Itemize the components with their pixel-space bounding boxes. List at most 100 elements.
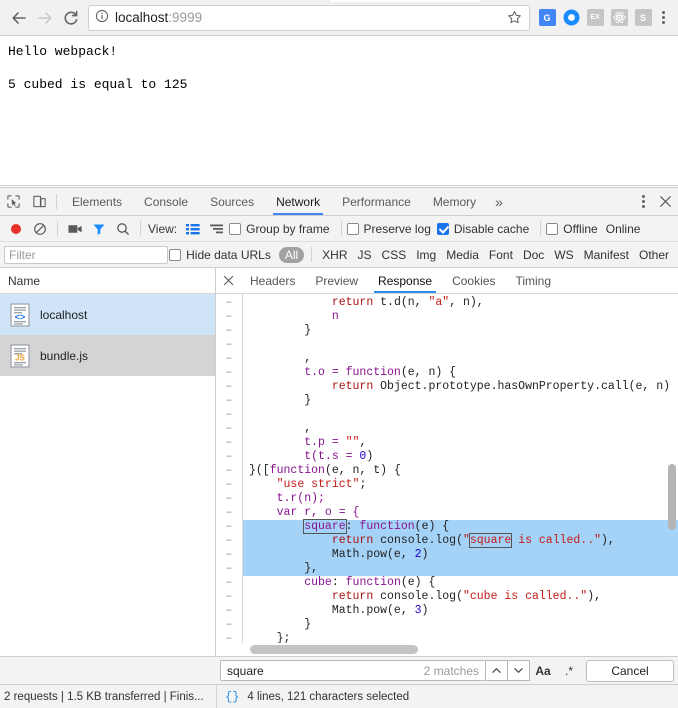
search-icon[interactable]	[111, 217, 135, 241]
search-prev-icon[interactable]	[486, 660, 508, 681]
type-filter-other[interactable]: Other	[634, 248, 674, 262]
type-filter-manifest[interactable]: Manifest	[579, 248, 634, 262]
s-extension-icon[interactable]: S	[632, 7, 654, 29]
search-next-icon[interactable]	[508, 660, 530, 681]
offline-checkbox[interactable]: Offline	[546, 222, 597, 236]
table-row[interactable]: <> localhost	[0, 294, 215, 335]
type-filter-js[interactable]: JS	[353, 248, 377, 262]
more-tabs-icon[interactable]: »	[487, 188, 511, 215]
regex-toggle[interactable]: .*	[556, 664, 582, 678]
code-line[interactable]: square: function(e) {	[243, 520, 678, 534]
type-filter-xhr[interactable]: XHR	[317, 248, 352, 262]
type-filter-doc[interactable]: Doc	[518, 248, 549, 262]
search-input[interactable]: square 2 matches	[220, 660, 486, 681]
hide-data-urls-box[interactable]	[169, 249, 181, 261]
filter-input[interactable]: Filter	[4, 246, 168, 264]
code-line[interactable]: var r, o = {	[243, 506, 678, 520]
tab-elements[interactable]: Elements	[61, 188, 133, 215]
code-line[interactable]: n	[243, 310, 678, 324]
list-view-icon[interactable]	[181, 217, 205, 241]
response-code-viewer[interactable]: –––––––––––––––––––––––––––––– return t.…	[216, 294, 678, 643]
cancel-button[interactable]: Cancel	[586, 660, 674, 682]
address-bar[interactable]: localhost:9999	[88, 5, 530, 31]
bookmark-star-icon[interactable]	[503, 7, 525, 29]
type-filter-css[interactable]: CSS	[377, 248, 412, 262]
code-line[interactable]: t.p = "",	[243, 436, 678, 450]
tab-headers[interactable]: Headers	[240, 268, 305, 293]
offline-box[interactable]	[546, 223, 558, 235]
code-line[interactable]: cube: function(e) {	[243, 576, 678, 590]
vertical-scrollbar[interactable]	[668, 464, 676, 530]
capture-screenshots-icon[interactable]	[63, 217, 87, 241]
response-code-content[interactable]: return t.d(n, "a", n), n } , t.o = funct…	[243, 294, 678, 643]
type-filter-ws[interactable]: WS	[549, 248, 578, 262]
close-detail-icon[interactable]	[216, 268, 240, 293]
code-token: "	[463, 534, 470, 547]
filter-icon[interactable]	[87, 217, 111, 241]
filterbar-divider	[311, 247, 312, 262]
code-line[interactable]: Math.pow(e, 2)	[243, 548, 678, 562]
blue-circle-extension-icon[interactable]	[560, 7, 582, 29]
code-line[interactable]: },	[243, 562, 678, 576]
code-line[interactable]: ,	[243, 422, 678, 436]
back-icon[interactable]	[6, 5, 32, 31]
code-line[interactable]: return console.log("square is called..")…	[243, 534, 678, 548]
tab-network[interactable]: Network	[265, 188, 331, 215]
code-line[interactable]: }	[243, 394, 678, 408]
code-line[interactable]: }	[243, 324, 678, 338]
page-info-icon[interactable]	[95, 9, 109, 26]
tab-console[interactable]: Console	[133, 188, 199, 215]
code-line[interactable]	[243, 408, 678, 422]
code-line[interactable]: "use strict";	[243, 478, 678, 492]
tab-memory[interactable]: Memory	[422, 188, 487, 215]
hide-data-urls-checkbox[interactable]: Hide data URLs	[169, 248, 271, 262]
horizontal-scrollbar-thumb[interactable]	[250, 645, 418, 654]
request-name-column-header[interactable]: Name	[0, 268, 215, 294]
horizontal-scrollbar-track[interactable]	[216, 643, 678, 656]
match-case-toggle[interactable]: Aa	[530, 664, 556, 678]
pretty-print-icon[interactable]: {}	[225, 690, 239, 704]
online-throttle-label[interactable]: Online	[606, 222, 641, 236]
tab-timing[interactable]: Timing	[505, 268, 561, 293]
code-line[interactable]: return t.d(n, "a", n),	[243, 296, 678, 310]
type-filter-all[interactable]: All	[279, 247, 304, 263]
tab-response[interactable]: Response	[368, 268, 442, 293]
group-by-frame-box[interactable]	[229, 223, 241, 235]
ex-extension-icon[interactable]: EX	[584, 7, 606, 29]
tab-cookies[interactable]: Cookies	[442, 268, 505, 293]
tab-preview[interactable]: Preview	[305, 268, 368, 293]
code-line[interactable]: Math.pow(e, 3)	[243, 604, 678, 618]
preserve-log-checkbox[interactable]: Preserve log	[347, 222, 431, 236]
type-filter-font[interactable]: Font	[484, 248, 518, 262]
type-filter-media[interactable]: Media	[441, 248, 484, 262]
record-icon[interactable]	[4, 217, 28, 241]
inspect-element-icon[interactable]	[0, 188, 26, 215]
type-filter-img[interactable]: Img	[411, 248, 441, 262]
disable-cache-box[interactable]	[437, 223, 449, 235]
tab-sources[interactable]: Sources	[199, 188, 265, 215]
devtools-menu-icon[interactable]	[634, 191, 652, 213]
disable-cache-checkbox[interactable]: Disable cache	[437, 222, 529, 236]
group-by-frame-checkbox[interactable]: Group by frame	[229, 222, 329, 236]
code-line[interactable]: }	[243, 618, 678, 632]
toggle-device-toolbar-icon[interactable]	[26, 188, 52, 215]
table-row[interactable]: JS bundle.js	[0, 335, 215, 376]
chrome-menu-icon[interactable]	[654, 7, 672, 29]
code-line[interactable]: return Object.prototype.hasOwnProperty.c…	[243, 380, 678, 394]
reload-icon[interactable]	[58, 5, 84, 31]
google-translate-icon[interactable]: G	[536, 7, 558, 29]
code-line[interactable]: return console.log("cube is called.."),	[243, 590, 678, 604]
clear-icon[interactable]	[28, 217, 52, 241]
code-line[interactable]: }([function(e, n, t) {	[243, 464, 678, 478]
close-devtools-icon[interactable]	[652, 195, 678, 208]
code-line[interactable]	[243, 338, 678, 352]
react-devtools-icon[interactable]	[608, 7, 630, 29]
code-line[interactable]: };	[243, 632, 678, 643]
preserve-log-box[interactable]	[347, 223, 359, 235]
tab-performance[interactable]: Performance	[331, 188, 422, 215]
code-line[interactable]: t(t.s = 0)	[243, 450, 678, 464]
code-line[interactable]: t.o = function(e, n) {	[243, 366, 678, 380]
code-line[interactable]: t.r(n);	[243, 492, 678, 506]
code-line[interactable]: ,	[243, 352, 678, 366]
waterfall-view-icon[interactable]	[205, 217, 229, 241]
